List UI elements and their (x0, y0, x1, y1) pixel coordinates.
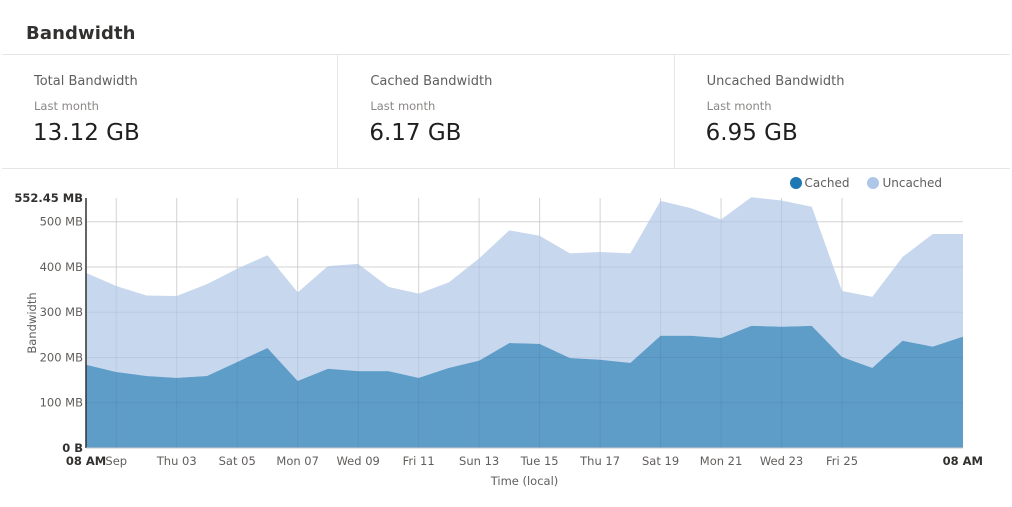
y-tick-label: 200 MB (40, 350, 84, 364)
x-tick-label: Sat 19 (642, 454, 679, 468)
y-tick-label: 400 MB (40, 260, 84, 274)
x-tick-label: Sat 05 (219, 454, 256, 468)
x-tick-label: Thu 03 (156, 454, 197, 468)
x-axis-title: Time (local) (490, 474, 559, 488)
x-tick-label: Fri 25 (826, 454, 858, 468)
areas (86, 197, 963, 448)
y-tick-label: 500 MB (40, 215, 84, 229)
y-tick-label: 100 MB (40, 396, 84, 410)
x-tick-label: Sep (105, 454, 127, 468)
x-tick-label: Thu 17 (579, 454, 620, 468)
bandwidth-area-chart: 0 B 100 MB 200 MB 300 MB 400 MB 500 MB 552.45 … (14, 191, 983, 488)
x-tick-label: Mon 07 (276, 454, 319, 468)
y-tick-label: 300 MB (40, 305, 84, 319)
y-tick-label: 0 B (62, 441, 83, 455)
x-tick-label: 08 AM (66, 454, 106, 468)
x-axis: 08 AM Sep Thu 03 Sat 05 Mon 07 Wed 09 Fri 11 Su… (66, 447, 983, 468)
x-tick-label: 08 AM (943, 454, 983, 468)
x-tick-label: Wed 09 (336, 454, 379, 468)
x-tick-label: Mon 21 (700, 454, 743, 468)
y-axis-title: Bandwidth (25, 292, 39, 353)
y-tick-label: 552.45 MB (14, 191, 83, 205)
x-tick-label: Wed 23 (760, 454, 803, 468)
x-tick-label: Fri 11 (403, 454, 435, 468)
x-tick-label: Tue 15 (520, 454, 559, 468)
x-tick-label: Sun 13 (459, 454, 499, 468)
